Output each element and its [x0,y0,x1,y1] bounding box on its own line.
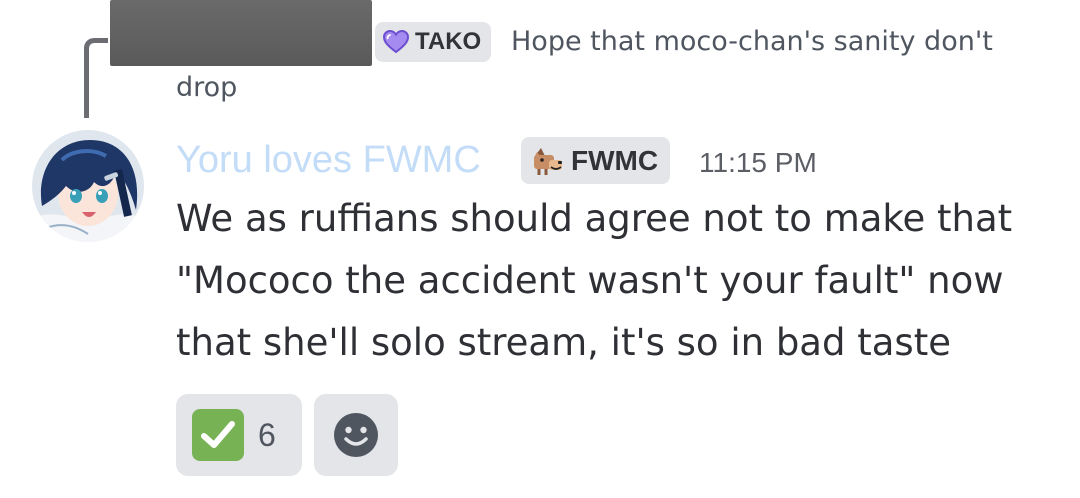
reaction-count: 6 [258,416,276,453]
heart-icon [383,30,409,54]
message-content: We as ruffians should agree not to make … [176,188,1056,374]
dog-icon [534,147,562,175]
avatar[interactable] [32,130,144,242]
message-timestamp[interactable]: 11:15 PM [699,144,817,182]
reply-author-tag[interactable]: TAKO [375,22,492,62]
username[interactable]: Yoru loves FWMC [176,138,481,182]
add-reaction-button[interactable] [314,394,398,476]
reply-preview-text-continued[interactable]: drop [176,68,237,108]
redacted-reply-author [110,0,372,66]
add-reaction-icon [334,413,378,457]
role-tag-label: FWMC [571,144,659,176]
role-tag[interactable]: FWMC [521,137,671,184]
reply-preview-text[interactable]: Hope that moco-chan's sanity don't [511,22,993,62]
reaction-check-mark[interactable]: 6 [176,394,302,476]
message-line: We as ruffians should agree not to make … [176,197,1013,240]
check-mark-icon [192,409,244,461]
reply-author-tag-label: TAKO [415,28,482,55]
chat-message-container: TAKO Hope that moco-chan's sanity don't … [0,0,1080,498]
message-line: "Mococo the accident wasn't your fault" … [176,259,1004,302]
message-line: that she'll solo stream, it's so in bad … [176,321,951,364]
anime-character-avatar-image [32,130,144,242]
reply-connector [84,38,108,118]
